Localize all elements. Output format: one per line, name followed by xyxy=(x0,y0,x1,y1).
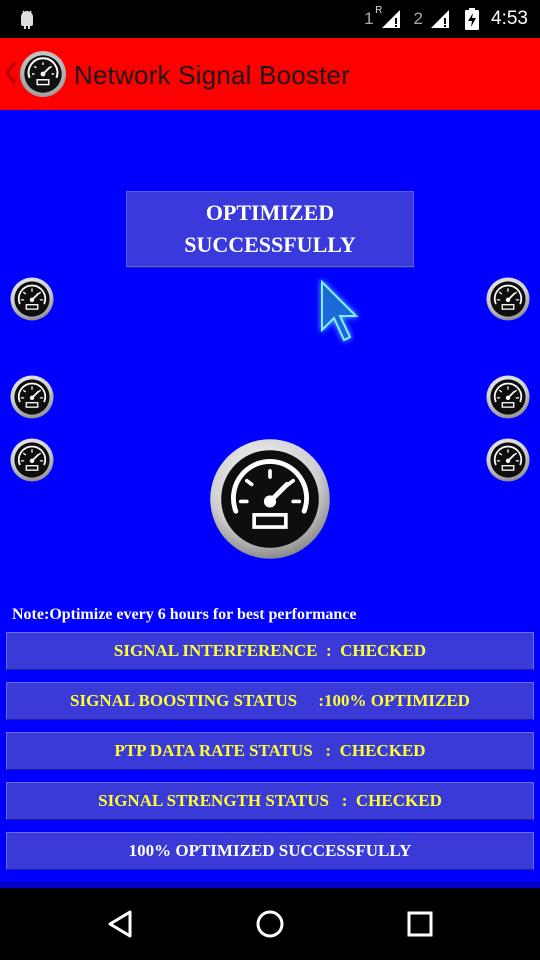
status-row-signal-boosting: SIGNAL BOOSTING STATUS :100% OPTIMIZED xyxy=(6,682,534,720)
status-bar: 1R 2 4:53 xyxy=(0,0,540,38)
note-text: Note:Optimize every 6 hours for best per… xyxy=(12,606,357,623)
status-row-text: SIGNAL BOOSTING STATUS :100% OPTIMIZED xyxy=(70,691,470,710)
speedometer-icon xyxy=(10,438,54,482)
triangle-back-icon[interactable] xyxy=(102,906,138,942)
square-recents-icon[interactable] xyxy=(402,906,438,942)
speedometer-icon xyxy=(486,438,530,482)
battery-charging-icon xyxy=(465,8,480,30)
speedometer-icon xyxy=(10,375,54,419)
status-row-ptp-data-rate: PTP DATA RATE STATUS : CHECKED xyxy=(6,732,534,770)
status-row-text: SIGNAL STRENGTH STATUS : CHECKED xyxy=(98,791,442,810)
clock: 4:53 xyxy=(491,8,528,29)
sim1-label: 1R xyxy=(364,5,383,28)
speedometer-icon xyxy=(486,375,530,419)
android-notification-icon xyxy=(21,10,33,29)
status-row-text: PTP DATA RATE STATUS : CHECKED xyxy=(114,741,426,760)
app-title: Network Signal Booster xyxy=(74,60,351,90)
sim2-label: 2 xyxy=(413,9,424,28)
navigation-bar xyxy=(0,888,540,960)
headline-text: OPTIMIZED SUCCESSFULLY xyxy=(184,200,356,257)
main-content: OPTIMIZED SUCCESSFULLY Note:Optimize eve… xyxy=(0,110,540,888)
optimize-gauge-button[interactable] xyxy=(209,438,331,560)
app-bar: Network Signal Booster xyxy=(0,38,540,110)
status-row-signal-interference: SIGNAL INTERFERENCE : CHECKED xyxy=(6,632,534,670)
status-row-text: SIGNAL INTERFERENCE : CHECKED xyxy=(113,641,427,660)
speedometer-icon xyxy=(19,50,67,98)
status-row-signal-strength: SIGNAL STRENGTH STATUS : CHECKED xyxy=(6,782,534,820)
pointer-cursor-icon xyxy=(321,279,359,342)
speedometer-icon xyxy=(10,277,54,321)
signal-strength-icon-2 xyxy=(431,10,450,28)
signal-strength-icon xyxy=(381,10,400,28)
status-row-text: 100% OPTIMIZED SUCCESSFULLY xyxy=(128,841,412,860)
speedometer-icon xyxy=(486,277,530,321)
circle-home-icon[interactable] xyxy=(252,906,288,942)
optimized-banner: OPTIMIZED SUCCESSFULLY xyxy=(126,191,414,267)
status-row-optimized: 100% OPTIMIZED SUCCESSFULLY xyxy=(6,832,534,870)
back-arrow-icon[interactable] xyxy=(4,60,18,86)
